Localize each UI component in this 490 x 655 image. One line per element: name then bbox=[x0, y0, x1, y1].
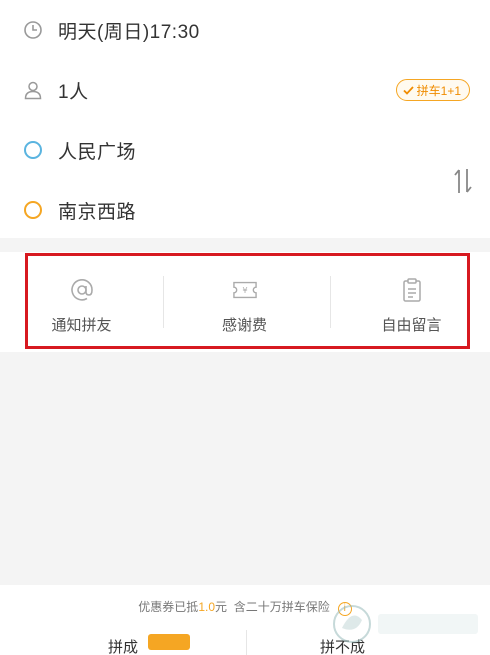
button-divider bbox=[246, 630, 247, 655]
person-icon bbox=[22, 79, 44, 101]
svg-text:¥: ¥ bbox=[242, 285, 247, 295]
end-dot-icon bbox=[22, 199, 44, 221]
carpool-badge[interactable]: 拼车1+1 bbox=[395, 79, 470, 101]
start-location-row[interactable]: 人民广场 bbox=[0, 130, 490, 170]
time-row[interactable]: 明天(周日)17:30 bbox=[0, 10, 490, 50]
site-logo-watermark bbox=[330, 598, 485, 650]
departure-time: 明天(周日)17:30 bbox=[58, 21, 200, 43]
ticket-icon: ¥ bbox=[232, 278, 257, 302]
clock-icon bbox=[22, 19, 44, 41]
extra-options-bar: 通知拼友 ¥ 感谢费 自由留言 bbox=[0, 252, 490, 352]
thank-fee-option[interactable]: ¥ 感谢费 bbox=[163, 252, 326, 352]
promo-tag bbox=[148, 634, 190, 650]
notify-friend-option[interactable]: 通知拼友 bbox=[0, 252, 163, 352]
trip-card: 明天(周日)17:30 1人 拼车1+1 人民广场 南京西路 bbox=[0, 0, 490, 238]
free-message-label: 自由留言 bbox=[381, 317, 442, 334]
at-icon bbox=[70, 278, 94, 302]
swap-icon bbox=[454, 169, 472, 193]
passenger-count: 1人 bbox=[58, 81, 89, 103]
check-icon bbox=[403, 85, 414, 95]
carpool-success-button[interactable]: 拼成 bbox=[108, 636, 138, 655]
end-location: 南京西路 bbox=[58, 201, 137, 223]
clipboard-icon bbox=[400, 278, 424, 302]
coupon-unit: 元 bbox=[215, 600, 228, 614]
coupon-amount: 1.0 bbox=[198, 600, 215, 614]
thank-fee-label: 感谢费 bbox=[221, 317, 267, 334]
insurance-text: 含二十万拼车保险 bbox=[233, 600, 330, 614]
swap-locations-button[interactable] bbox=[452, 166, 474, 196]
end-location-row[interactable]: 南京西路 bbox=[0, 190, 490, 230]
free-message-option[interactable]: 自由留言 bbox=[330, 252, 490, 352]
start-dot-icon bbox=[22, 139, 44, 161]
notify-friend-label: 通知拼友 bbox=[51, 317, 112, 334]
coupon-prefix: 优惠券已抵 bbox=[138, 600, 199, 614]
start-location: 人民广场 bbox=[58, 141, 137, 163]
carpool-badge-label: 拼车1+1 bbox=[416, 83, 461, 98]
people-row[interactable]: 1人 拼车1+1 bbox=[0, 70, 490, 110]
